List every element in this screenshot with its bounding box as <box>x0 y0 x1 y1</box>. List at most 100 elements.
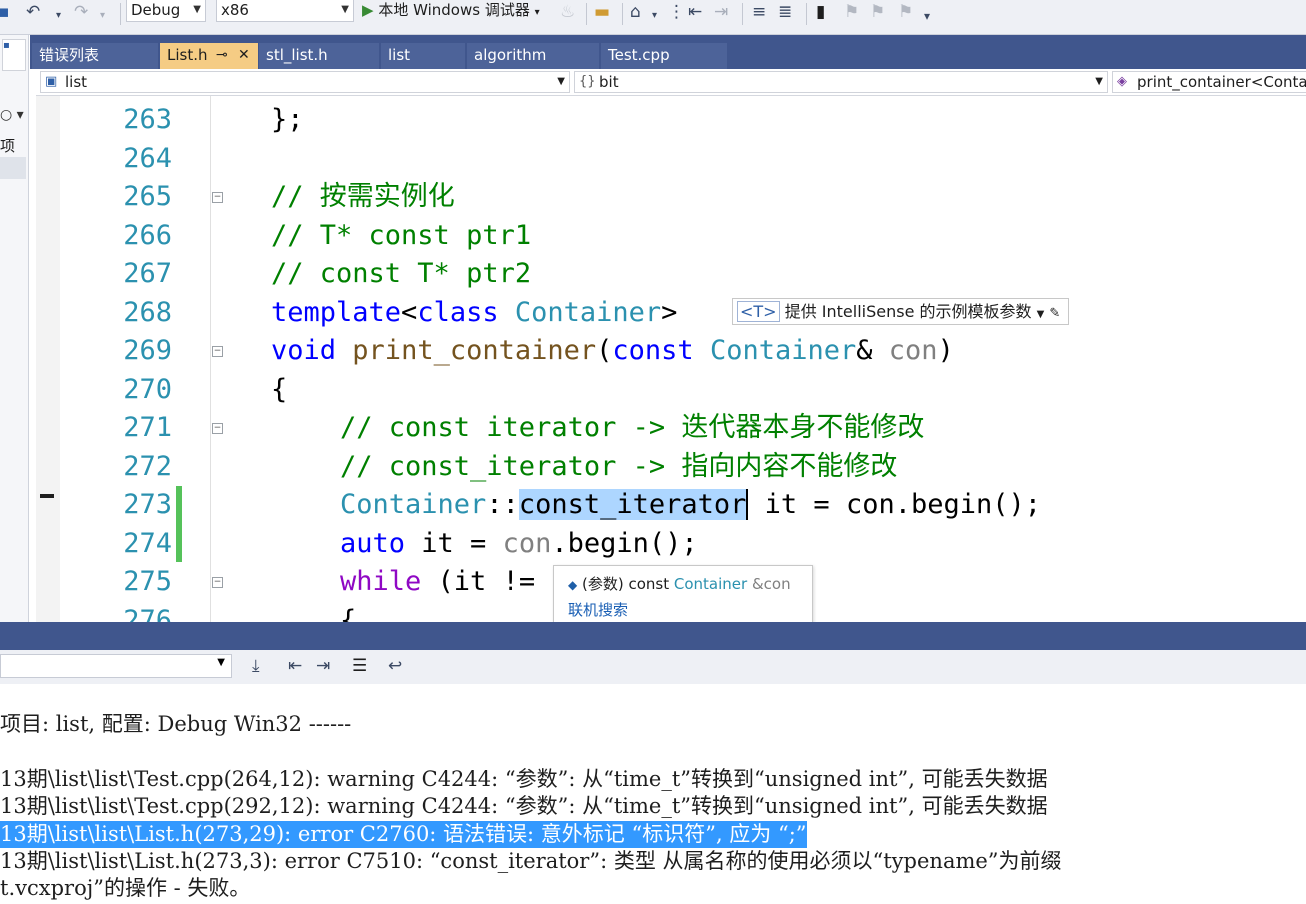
selected-tree-item[interactable] <box>0 157 26 179</box>
overflow-icon[interactable]: ▾ <box>924 6 930 26</box>
redo-dropdown-icon[interactable]: ▾ <box>100 6 105 26</box>
chevron-down-icon: ▼ <box>1095 76 1103 87</box>
line-number: 273 <box>123 489 172 520</box>
chevron-down-icon: ▼ <box>1036 309 1045 320</box>
code-line-274: auto it = con.begin(); <box>340 528 698 559</box>
browser-icon[interactable]: ⌂ <box>630 2 641 22</box>
project-value: list <box>65 73 88 91</box>
output-source-select[interactable]: ▼ <box>0 654 232 678</box>
solution-explorer-strip: ▪ ○ ▾ 项目 <box>0 35 29 625</box>
scope-dropdown[interactable]: {} bit ▼ <box>574 71 1108 93</box>
code-line-271: // const iterator -> 迭代器本身不能修改 <box>340 412 925 443</box>
fold-toggle-icon[interactable]: − <box>212 577 223 588</box>
project-dropdown[interactable]: ▣ list ▼ <box>40 71 570 93</box>
chevron-down-icon: ▼ <box>557 76 565 87</box>
clear-all-icon[interactable]: ☰ <box>352 656 367 676</box>
output-line: 13期\list\list\List.h(273,3): error C7510… <box>0 849 1062 873</box>
output-line: 13期\list\list\Test.cpp(264,12): warning … <box>0 767 1048 791</box>
bookmark-icon[interactable]: ▮ <box>816 2 825 22</box>
code-line-267: // const T* ptr2 <box>271 258 532 289</box>
folder-icon[interactable]: ▬ <box>594 2 610 22</box>
explorer-toolbar[interactable]: ▪ <box>2 39 26 71</box>
template-tag: <T> <box>737 301 780 322</box>
line-number: 271 <box>123 412 172 443</box>
line-number: 264 <box>123 143 172 174</box>
find-message-icon[interactable]: ⤓ <box>252 656 260 676</box>
search-box[interactable]: ○ ▾ <box>0 107 24 123</box>
start-debugger-button[interactable]: ▶ 本地 Windows 调试器 ▾ <box>362 0 540 22</box>
code-line-263: }; <box>271 104 304 135</box>
tab-algorithm[interactable]: algorithm <box>467 43 599 69</box>
code-editor[interactable]: 263 264 265 266 267 268 269 270 271 272 … <box>36 96 1306 622</box>
step-over-icon[interactable]: ⇤ <box>688 2 702 22</box>
start-debugger-label: 本地 Windows 调试器 <box>378 1 530 19</box>
word-wrap-icon[interactable]: ↩ <box>388 656 402 676</box>
undo-icon[interactable]: ↶ <box>26 2 40 22</box>
save-icon[interactable]: ▪ <box>0 2 10 22</box>
line-number: 267 <box>123 258 172 289</box>
pin-icon[interactable]: ⊸ <box>216 43 228 67</box>
code-line-270: { <box>271 374 288 405</box>
function-icon: ◈ <box>1117 74 1127 89</box>
current-line-marker <box>40 494 54 498</box>
intellisense-template-hint[interactable]: <T> 提供 IntelliSense 的示例模板参数 ▼ ✎ <box>732 298 1070 325</box>
scope-value: bit <box>599 73 619 91</box>
platform-select[interactable]: x86 ▼ <box>216 0 354 22</box>
fold-toggle-icon[interactable]: − <box>212 192 223 203</box>
code-line-273: Container::const_iterator it = con.begin… <box>340 489 1042 520</box>
chevron-down-icon[interactable]: ▾ <box>652 6 657 26</box>
navigation-bar: ▣ list ▼ {} bit ▼ ◈ print_container<Cont… <box>36 69 1306 96</box>
prev-bookmark-icon[interactable]: ⚑ <box>844 2 859 22</box>
fold-toggle-icon[interactable]: − <box>212 423 223 434</box>
chevron-down-icon: ▼ <box>341 4 349 15</box>
uncomment-icon[interactable]: ≣ <box>778 2 792 22</box>
redo-icon[interactable]: ↷ <box>74 2 88 22</box>
line-number: 269 <box>123 335 172 366</box>
selected-text: const_iterator <box>518 489 749 520</box>
output-toolbar: ▼ ⤓ ⇤ ⇥ ☰ ↩ <box>0 650 1306 685</box>
undo-dropdown-icon[interactable]: ▾ <box>56 6 61 26</box>
config-select[interactable]: Debug ▼ <box>126 0 206 22</box>
line-number: 275 <box>123 566 172 597</box>
tab-test-cpp[interactable]: Test.cpp <box>601 43 727 69</box>
close-icon[interactable]: ✕ <box>238 43 250 67</box>
comment-icon[interactable]: ≡ <box>752 2 766 22</box>
document-tab-bar: 错误列表 List.h ⊸ ✕ stl_list.h list algorith… <box>30 35 1306 69</box>
next-bookmark-icon[interactable]: ⚑ <box>870 2 885 22</box>
line-number: 265 <box>123 181 172 212</box>
outline-guide <box>210 96 211 622</box>
output-line: 项目: list, 配置: Debug Win32 ------ <box>0 712 352 736</box>
prev-message-icon[interactable]: ⇤ <box>288 656 302 676</box>
member-value: print_container<Contai <box>1137 73 1306 91</box>
code-line-268: template<class Container> <box>271 297 678 328</box>
tab-list-h[interactable]: List.h ⊸ ✕ <box>160 43 258 69</box>
quick-info-tooltip: ◆ (参数) const Container &con 联机搜索 <box>553 565 813 625</box>
fold-toggle-icon[interactable]: − <box>212 346 223 357</box>
output-line: t.vcxproj”的操作 - 失败。 <box>0 876 251 900</box>
step-out-icon[interactable]: ⇥ <box>714 2 728 22</box>
line-number: 276 <box>123 605 172 622</box>
line-number: 274 <box>123 528 172 559</box>
parameter-icon: ◆ <box>568 578 578 592</box>
tab-error-list[interactable]: 错误列表 <box>32 43 158 69</box>
hot-reload-icon[interactable]: ♨ <box>560 2 575 22</box>
platform-value: x86 <box>221 1 249 19</box>
code-line-266: // T* const ptr1 <box>271 220 532 251</box>
edit-pencil-icon[interactable]: ✎ <box>1049 306 1060 321</box>
next-message-icon[interactable]: ⇥ <box>316 656 330 676</box>
clear-bookmarks-icon[interactable]: ⚑ <box>898 2 913 22</box>
step-icon[interactable]: ⋮ <box>668 2 685 22</box>
tab-label: list <box>388 46 411 64</box>
line-number: 270 <box>123 374 172 405</box>
output-text-area[interactable]: 项目: list, 配置: Debug Win32 ------ 13期\lis… <box>0 684 1306 904</box>
output-line-error-highlighted: 13期\list\list\List.h(273,29): error C276… <box>0 821 807 848</box>
member-dropdown[interactable]: ◈ print_container<Contai <box>1112 71 1306 93</box>
tab-stl-list-h[interactable]: stl_list.h <box>259 43 379 69</box>
line-number: 266 <box>123 220 172 251</box>
tab-list[interactable]: list <box>381 43 465 69</box>
tab-label: Test.cpp <box>608 46 670 64</box>
online-search-link[interactable]: 联机搜索 <box>568 599 628 620</box>
code-line-276: { <box>340 605 357 622</box>
code-line-269: void print_container(const Container& co… <box>271 335 954 366</box>
play-icon: ▶ <box>362 1 374 19</box>
